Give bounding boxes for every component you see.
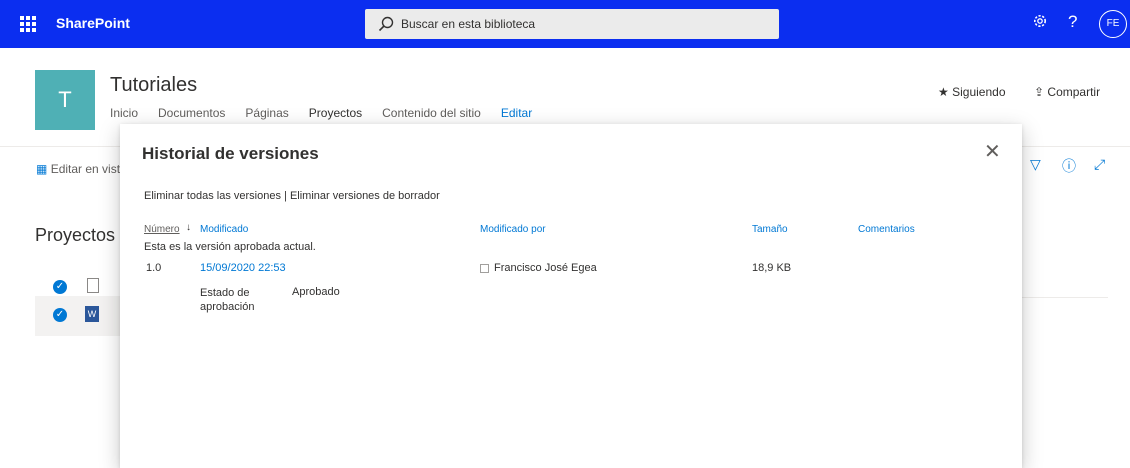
avatar[interactable]: FE (1099, 10, 1127, 38)
site-title[interactable]: Tutoriales (110, 74, 197, 97)
follow-label: Siguiendo (952, 85, 1006, 99)
sort-down-icon: ↓ (186, 222, 191, 233)
delete-links: Eliminar todas las versiones | Eliminar … (144, 190, 440, 202)
delete-all-versions-link[interactable]: Eliminar todas las versiones (144, 190, 281, 202)
edit-grid-label: Editar en vista de cuadrícula (50, 162, 120, 176)
approval-status-label: Estado de aprobación (200, 287, 255, 313)
list-item[interactable]: ✓ W (35, 296, 125, 336)
expand-icon[interactable]: ⤢ (1094, 156, 1105, 173)
site-logo[interactable]: T (35, 70, 95, 130)
nav-item-documentos[interactable]: Documentos (158, 106, 225, 126)
current-version-note: Esta es la versión aprobada actual. (144, 241, 316, 253)
column-header-modified-by[interactable]: Modificado por (480, 224, 546, 235)
nav-edit-link[interactable]: Editar (501, 106, 532, 126)
nav-item-proyectos[interactable]: Proyectos (308, 106, 363, 126)
star-icon: ★ (938, 85, 949, 99)
share-button[interactable]: ⇪ Compartir (1034, 85, 1100, 99)
share-label: Compartir (1047, 85, 1101, 99)
grid-icon: ▦ (36, 162, 48, 176)
check-icon[interactable]: ✓ (53, 280, 67, 294)
nav-item-contenido-del-sitio[interactable]: Contenido del sitio (382, 106, 481, 126)
version-modified-link[interactable]: 15/09/2020 22:53 (200, 262, 286, 274)
file-icon (87, 278, 99, 293)
separator: | (284, 190, 287, 202)
site-navigation: Inicio Documentos Páginas Proyectos Cont… (110, 106, 552, 126)
column-header-number[interactable]: Número (144, 224, 180, 235)
dialog-title: Historial de versiones (142, 144, 319, 163)
library-title: Proyectos (35, 225, 116, 245)
word-file-icon: W (85, 306, 99, 322)
column-header-modified[interactable]: Modificado (200, 224, 248, 235)
nav-item-paginas[interactable]: Páginas (245, 106, 288, 126)
approval-status-value: Aprobado (292, 286, 340, 298)
app-brand[interactable]: SharePoint (56, 15, 130, 31)
version-history-dialog: Historial de versiones ✕ Eliminar todas … (120, 124, 1022, 468)
column-header-comments[interactable]: Comentarios (858, 224, 915, 235)
search-box[interactable] (365, 9, 779, 39)
suite-bar: SharePoint ? FE (0, 0, 1130, 48)
user-presence-icon (480, 264, 489, 273)
version-number: 1.0 (146, 262, 162, 274)
close-icon[interactable]: ✕ (984, 142, 1001, 162)
check-icon[interactable]: ✓ (53, 308, 67, 322)
share-icon: ⇪ (1034, 85, 1045, 99)
help-icon[interactable]: ? (1068, 12, 1077, 32)
search-input[interactable] (401, 9, 771, 39)
version-modified-by[interactable]: Francisco José Egea (494, 262, 597, 274)
column-header-size[interactable]: Tamaño (752, 224, 788, 235)
edit-grid-view-button[interactable]: ▦ Editar en vista de cuadrícula (36, 162, 120, 176)
follow-button[interactable]: ★ Siguiendo (938, 85, 1006, 99)
filter-icon[interactable]: ▽ (1030, 156, 1041, 173)
nav-item-inicio[interactable]: Inicio (110, 106, 138, 126)
app-launcher-icon[interactable] (20, 16, 36, 32)
info-icon[interactable]: ⓘ (1062, 156, 1076, 176)
version-size: 18,9 KB (752, 262, 792, 274)
list-divider (1022, 297, 1108, 298)
delete-draft-versions-link[interactable]: Eliminar versiones de borrador (290, 190, 440, 202)
gear-icon[interactable] (1032, 13, 1048, 35)
search-icon (378, 16, 394, 32)
